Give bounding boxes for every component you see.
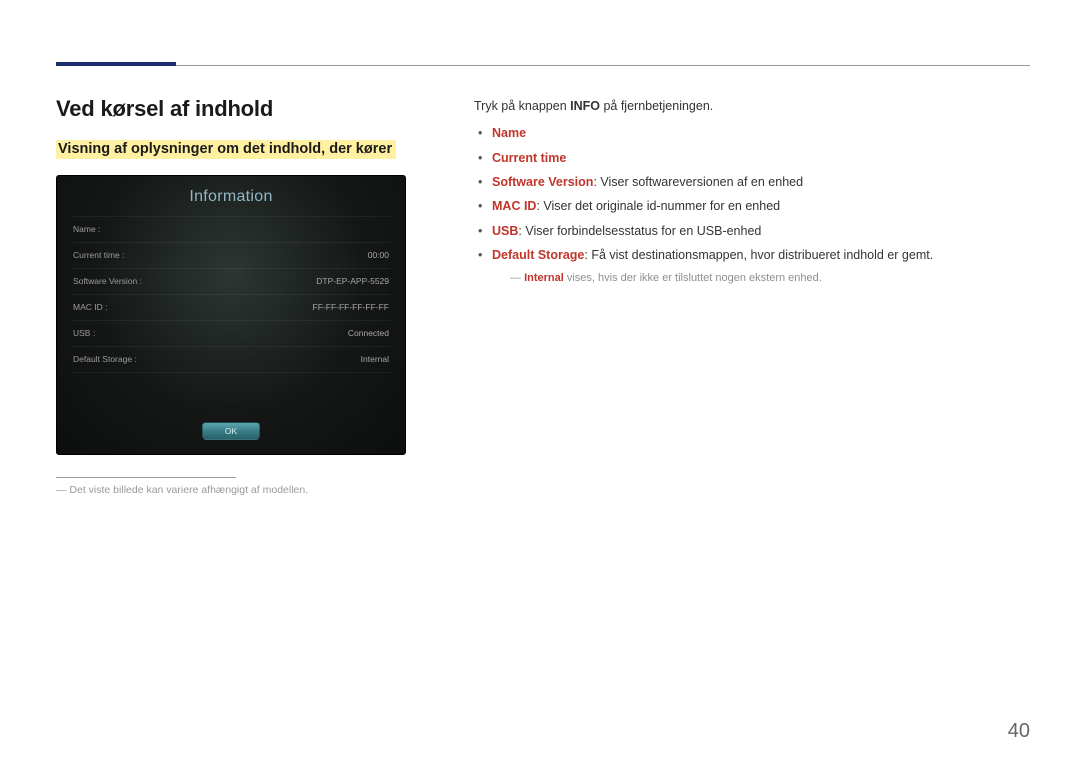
info-panel-title: Information <box>57 176 405 216</box>
bullet-rest: : Få vist destinationsmappen, hvor distr… <box>584 248 933 262</box>
intro-text: Tryk på knappen INFO på fjernbetjeningen… <box>474 96 1030 117</box>
sub-note: Internal vises, hvis der ikke er tilslut… <box>474 270 1030 288</box>
info-label: Current time : <box>73 250 125 260</box>
info-value: FF-FF-FF-FF-FF-FF <box>313 302 389 312</box>
bullet-rest: : Viser forbindelsesstatus for en USB-en… <box>518 224 761 238</box>
bullet-bold: Software Version <box>492 175 593 189</box>
bullet-software-version: Software Version: Viser softwareversione… <box>474 170 1030 194</box>
info-value: 00:00 <box>368 250 389 260</box>
bullet-current-time: Current time <box>474 146 1030 170</box>
bullet-text: Current time <box>492 151 566 165</box>
bullet-default-storage: Default Storage: Få vist destinationsmap… <box>474 243 1030 267</box>
info-label: Default Storage : <box>73 354 137 364</box>
intro-bold: INFO <box>570 99 600 113</box>
bullet-bold: MAC ID <box>492 199 536 213</box>
subnote-rest: vises, hvis der ikke er tilsluttet nogen… <box>564 272 822 284</box>
bullet-rest: : Viser det originale id-nummer for en e… <box>536 199 780 213</box>
bullet-bold: USB <box>492 224 518 238</box>
information-panel: Information Name : Current time : 00:00 … <box>56 175 406 455</box>
info-row-software-version: Software Version : DTP-EP-APP-5529 <box>71 268 391 294</box>
bullet-name: Name <box>474 121 1030 145</box>
top-divider <box>56 65 1030 66</box>
top-accent-bar <box>56 62 176 66</box>
info-row-current-time: Current time : 00:00 <box>71 242 391 268</box>
panel-note: Det viste billede kan variere afhængigt … <box>56 484 446 496</box>
info-row-mac-id: MAC ID : FF-FF-FF-FF-FF-FF <box>71 294 391 320</box>
info-row-name: Name : <box>71 216 391 242</box>
info-row-usb: USB : Connected <box>71 320 391 346</box>
bullet-usb: USB: Viser forbindelsesstatus for en USB… <box>474 219 1030 243</box>
section-heading: Visning af oplysninger om det indhold, d… <box>56 140 396 159</box>
info-row-default-storage: Default Storage : Internal <box>71 346 391 373</box>
intro-post: på fjernbetjeningen. <box>600 99 713 113</box>
info-value: Connected <box>348 328 389 338</box>
bullet-list: Name Current time Software Version: Vise… <box>474 121 1030 267</box>
bullet-text: Name <box>492 126 526 140</box>
page-number: 40 <box>1008 720 1030 743</box>
info-label: Software Version : <box>73 276 142 286</box>
info-label: USB : <box>73 328 95 338</box>
info-label: MAC ID : <box>73 302 107 312</box>
bullet-mac-id: MAC ID: Viser det originale id-nummer fo… <box>474 194 1030 218</box>
info-value: Internal <box>361 354 389 364</box>
subnote-bold: Internal <box>524 272 564 284</box>
info-label: Name : <box>73 224 100 234</box>
page-title: Ved kørsel af indhold <box>56 96 446 122</box>
note-divider <box>56 477 236 478</box>
bullet-bold: Default Storage <box>492 248 584 262</box>
info-value: DTP-EP-APP-5529 <box>316 276 389 286</box>
bullet-rest: : Viser softwareversionen af en enhed <box>593 175 803 189</box>
intro-pre: Tryk på knappen <box>474 99 570 113</box>
ok-button[interactable]: OK <box>202 422 260 440</box>
